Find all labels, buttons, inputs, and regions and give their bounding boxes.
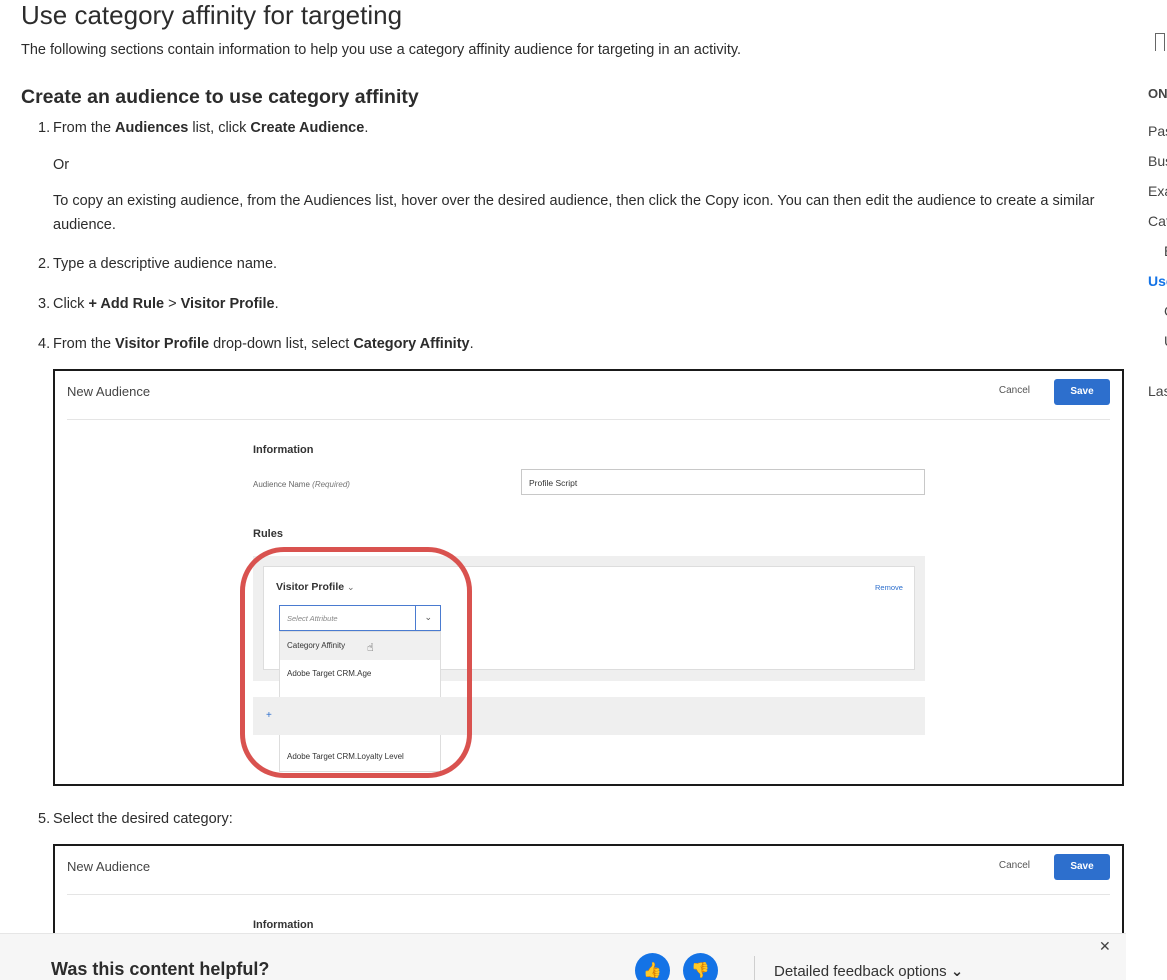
detailed-feedback-label: Detailed feedback options — [774, 963, 947, 980]
thumbs-down-button[interactable]: 👎 — [683, 953, 718, 980]
feedback-bar: Was this content helpful? 👍 👎 Detailed f… — [0, 933, 1126, 980]
cancel-button: Cancel — [998, 385, 1030, 396]
sidebar-link[interactable]: Pas — [1148, 123, 1167, 139]
step-3: 3. Click + Add Rule > Visitor Profile. — [38, 296, 279, 312]
thumbs-up-button[interactable]: 👍 — [635, 953, 670, 980]
step-number: 3. — [38, 296, 51, 312]
copy-instructions: To copy an existing audience, from the A… — [53, 193, 1095, 233]
step-text: Select the desired category: — [53, 811, 233, 827]
remove-link: Remove — [875, 583, 903, 592]
intro-paragraph: The following sections contain informati… — [21, 42, 742, 58]
step-text: . — [469, 336, 474, 352]
audience-name-label-text: Audience Name — [253, 480, 310, 489]
audience-name-field: Profile Script — [521, 469, 925, 495]
step-bold: + Add Rule — [88, 296, 165, 312]
step-bold: Visitor Profile — [180, 296, 275, 312]
step-text: > — [164, 296, 181, 312]
step-text: drop-down list, select — [209, 336, 354, 352]
divider — [67, 894, 1110, 895]
or-text: Or — [53, 157, 70, 173]
sidebar-link-active[interactable]: Use — [1148, 273, 1167, 289]
step-5: 5. Select the desired category: — [38, 811, 233, 827]
divider — [754, 956, 755, 980]
step-number: 5. — [38, 811, 51, 827]
step-text: From the — [53, 336, 116, 352]
window-title: New Audience — [67, 384, 151, 399]
page-title: Use category affinity for targeting — [21, 0, 403, 30]
thumbs-up-icon: 👍 — [643, 962, 662, 979]
required-label: (Required) — [312, 480, 350, 489]
step-text: Click — [53, 296, 89, 312]
sidebar-heading: ON — [1148, 86, 1167, 101]
step-number: 2. — [38, 256, 51, 272]
step-number: 4. — [38, 336, 51, 352]
step-bold: Create Audience — [250, 120, 365, 136]
information-heading: Information — [253, 444, 314, 456]
bookmark-icon[interactable] — [1155, 33, 1165, 51]
close-icon[interactable]: ✕ — [1099, 938, 1111, 955]
step-text: . — [274, 296, 279, 312]
sidebar-link[interactable]: Exa — [1148, 183, 1167, 199]
screenshot-new-audience-dropdown: New Audience Cancel Save Information Aud… — [53, 369, 1124, 786]
step-text: list, click — [188, 120, 251, 136]
save-button: Save — [1054, 379, 1110, 405]
audience-name-label: Audience Name (Required) — [253, 480, 350, 489]
thumbs-down-icon: 👎 — [691, 962, 710, 979]
step-bold: Category Affinity — [353, 336, 470, 352]
detailed-feedback-toggle[interactable]: Detailed feedback options ⌄ — [774, 962, 963, 980]
window-title: New Audience — [67, 859, 151, 874]
step-number: 1. — [38, 120, 51, 136]
information-heading: Information — [253, 919, 314, 931]
step-bold: Visitor Profile — [115, 336, 210, 352]
save-button: Save — [1054, 854, 1110, 880]
step-1: 1. From the Audiences list, click Create … — [38, 120, 368, 136]
step-4: 4. From the Visitor Profile drop-down lis… — [38, 336, 474, 352]
divider — [67, 419, 1110, 420]
step-text: . — [364, 120, 369, 136]
highlight-callout — [240, 547, 472, 778]
step-text: From the — [53, 120, 116, 136]
rules-heading: Rules — [253, 528, 283, 540]
section-heading: Create an audience to use category affin… — [21, 86, 419, 108]
feedback-question: Was this content helpful? — [51, 959, 270, 979]
chevron-down-icon: ⌄ — [950, 963, 964, 980]
cancel-button: Cancel — [998, 860, 1030, 871]
step-2: 2. Type a descriptive audience name. — [38, 256, 277, 272]
step-bold: Audiences — [115, 120, 189, 136]
step-text: Type a descriptive audience name. — [53, 256, 278, 272]
sidebar-last-updated: Las — [1148, 383, 1167, 399]
sidebar-link[interactable]: Bus — [1148, 153, 1167, 169]
sidebar-link[interactable]: Cat — [1148, 213, 1167, 229]
